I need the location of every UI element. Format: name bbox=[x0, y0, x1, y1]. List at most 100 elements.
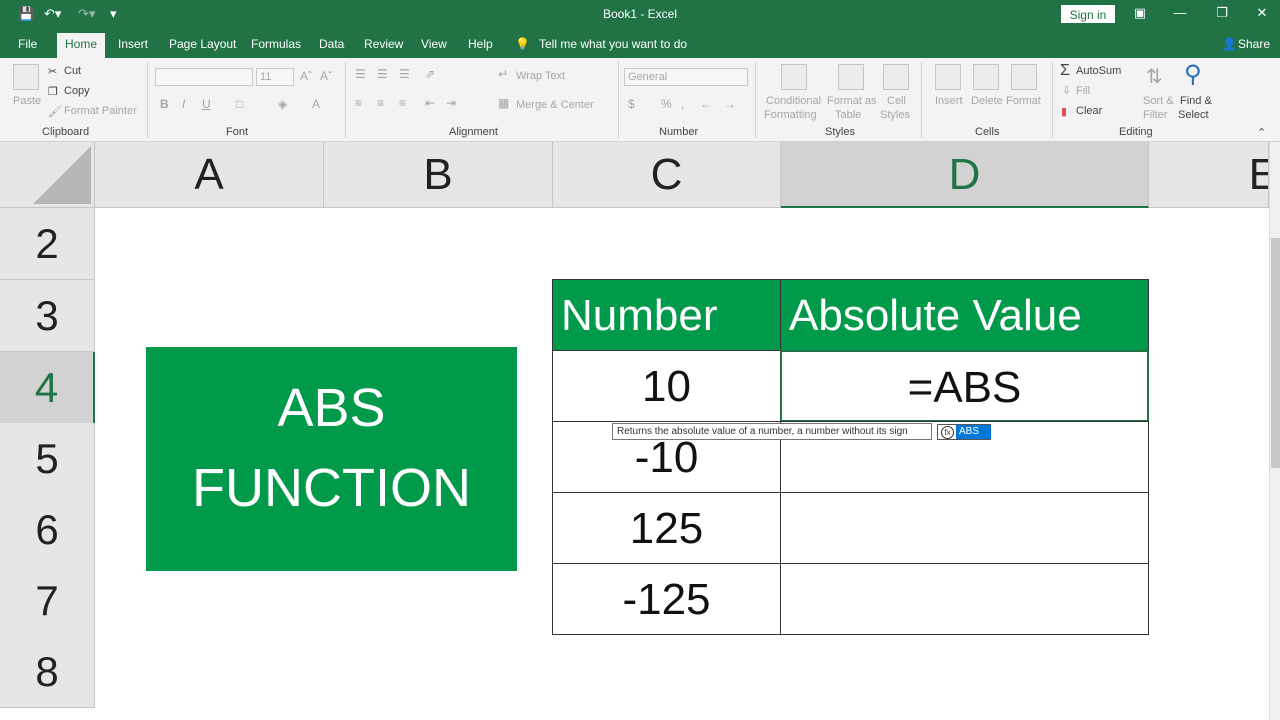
decrease-indent-icon[interactable]: ⇤ bbox=[425, 96, 435, 110]
row-header-7[interactable]: 7 bbox=[0, 565, 95, 637]
row-header-8[interactable]: 8 bbox=[0, 636, 95, 708]
number-group-label: Number bbox=[659, 126, 699, 138]
conditional-formatting-label-2[interactable]: Formatting bbox=[764, 109, 817, 121]
fill-button[interactable]: Fill bbox=[1076, 85, 1090, 97]
format-painter-button[interactable]: Format Painter bbox=[64, 105, 137, 117]
comma-icon[interactable]: , bbox=[681, 97, 684, 111]
tab-formulas[interactable]: Formulas bbox=[251, 37, 301, 51]
font-size-box[interactable]: 11 bbox=[256, 68, 294, 86]
fill-color-icon[interactable]: ◈ bbox=[278, 97, 287, 111]
column-header-b[interactable]: B bbox=[324, 142, 553, 208]
wrap-text-icon[interactable]: ↵ bbox=[498, 67, 508, 81]
tab-file[interactable]: File bbox=[18, 37, 37, 51]
grow-font-icon[interactable]: Aˆ bbox=[300, 69, 312, 83]
tab-insert[interactable]: Insert bbox=[118, 37, 148, 51]
number-cell-c4[interactable]: 10 bbox=[552, 350, 781, 422]
align-middle-icon[interactable]: ☰ bbox=[377, 67, 388, 81]
restore-button[interactable]: ❐ bbox=[1212, 5, 1232, 21]
align-top-icon[interactable]: ☰ bbox=[355, 67, 366, 81]
tell-me-input[interactable]: Tell me what you want to do bbox=[539, 37, 687, 51]
active-cell-d4[interactable]: =ABS bbox=[780, 350, 1149, 422]
row-header-6[interactable]: 6 bbox=[0, 494, 95, 566]
scrollbar-thumb[interactable] bbox=[1271, 238, 1280, 468]
row-header-3[interactable]: 3 bbox=[0, 280, 95, 352]
currency-icon[interactable]: $ bbox=[628, 97, 635, 111]
column-header-c[interactable]: C bbox=[553, 142, 781, 208]
number-cell-c6[interactable]: 125 bbox=[552, 492, 781, 564]
align-right-icon[interactable]: ≡ bbox=[399, 96, 406, 110]
clear-button[interactable]: Clear bbox=[1076, 105, 1102, 117]
align-center-icon[interactable]: ≡ bbox=[377, 96, 384, 110]
format-as-table-label-2[interactable]: Table bbox=[835, 109, 861, 121]
borders-icon[interactable]: □ bbox=[236, 97, 243, 111]
cells-group-label: Cells bbox=[975, 126, 1000, 138]
result-cell-d6[interactable] bbox=[780, 492, 1149, 564]
worksheet-grid[interactable]: A B C D E 2 3 4 5 6 7 8 ABS FUNCTION Num… bbox=[0, 142, 1280, 720]
ribbon-separator bbox=[147, 62, 148, 138]
select-all-button[interactable] bbox=[0, 142, 95, 208]
copy-icon: ❐ bbox=[48, 86, 58, 98]
insert-cells-button[interactable]: Insert bbox=[935, 95, 963, 107]
column-header-a[interactable]: A bbox=[95, 142, 324, 208]
share-button[interactable]: Share bbox=[1238, 37, 1270, 51]
result-cell-d7[interactable] bbox=[780, 563, 1149, 635]
copy-button[interactable]: Copy bbox=[64, 85, 90, 97]
sort-filter-label-2[interactable]: Filter bbox=[1143, 109, 1167, 121]
row-header-2[interactable]: 2 bbox=[0, 208, 95, 280]
tab-home[interactable]: Home bbox=[57, 33, 106, 58]
collapse-ribbon-icon[interactable]: ⌃ bbox=[1257, 126, 1266, 139]
header-absolute-value[interactable]: Absolute Value bbox=[780, 279, 1149, 351]
number-format-box[interactable]: General bbox=[624, 68, 748, 86]
number-cell-c7[interactable]: -125 bbox=[552, 563, 781, 635]
cell-styles-label[interactable]: Cell bbox=[887, 95, 906, 107]
delete-cells-button[interactable]: Delete bbox=[971, 95, 1003, 107]
header-number[interactable]: Number bbox=[552, 279, 781, 351]
tab-review[interactable]: Review bbox=[364, 37, 403, 51]
increase-indent-icon[interactable]: ⇥ bbox=[446, 96, 456, 110]
column-header-d[interactable]: D bbox=[781, 142, 1149, 208]
merge-icon[interactable]: ▦ bbox=[498, 96, 509, 110]
vertical-scrollbar[interactable] bbox=[1269, 142, 1280, 720]
align-left-icon[interactable]: ≡ bbox=[355, 96, 362, 110]
find-select-label[interactable]: Find & bbox=[1180, 95, 1212, 107]
tab-data[interactable]: Data bbox=[319, 37, 344, 51]
orientation-icon[interactable]: ⇗ bbox=[425, 67, 435, 81]
row-header-4[interactable]: 4 bbox=[0, 352, 95, 424]
tab-view[interactable]: View bbox=[421, 37, 447, 51]
find-select-label-2[interactable]: Select bbox=[1178, 109, 1209, 121]
tab-help[interactable]: Help bbox=[468, 37, 493, 51]
merge-center-button[interactable]: Merge & Center bbox=[516, 99, 594, 111]
italic-icon[interactable]: I bbox=[182, 97, 185, 111]
row-header-5[interactable]: 5 bbox=[0, 423, 95, 495]
decrease-decimal-icon[interactable]: → bbox=[724, 97, 736, 111]
close-button[interactable]: ✕ bbox=[1252, 5, 1272, 21]
cut-button[interactable]: Cut bbox=[64, 65, 81, 77]
align-bottom-icon[interactable]: ☰ bbox=[399, 67, 410, 81]
increase-decimal-icon[interactable]: ← bbox=[700, 97, 712, 111]
bold-icon[interactable]: B bbox=[160, 97, 169, 111]
ribbon-display-icon[interactable]: ▣ bbox=[1130, 5, 1150, 21]
title-bar: 💾 ↶▾ ↷▾ ▾ Book1 - Excel Sign in ▣ — ❐ ✕ bbox=[0, 0, 1280, 30]
format-cells-icon bbox=[1011, 64, 1037, 90]
column-header-e[interactable]: E bbox=[1149, 142, 1269, 208]
format-as-table-label[interactable]: Format as bbox=[827, 95, 877, 107]
underline-icon[interactable]: U bbox=[202, 97, 211, 111]
autocomplete-item-abs[interactable]: ABS bbox=[956, 425, 991, 439]
conditional-formatting-label[interactable]: Conditional bbox=[766, 95, 821, 107]
font-color-icon[interactable]: A bbox=[312, 97, 320, 111]
format-cells-button[interactable]: Format bbox=[1006, 95, 1041, 107]
font-name-box[interactable] bbox=[155, 68, 253, 86]
ribbon: Paste ✂ Cut ❐ Copy 🖌 Format Painter Clip… bbox=[0, 58, 1280, 142]
sort-filter-label[interactable]: Sort & bbox=[1143, 95, 1174, 107]
autosum-button[interactable]: AutoSum bbox=[1076, 65, 1121, 77]
minimize-button[interactable]: — bbox=[1170, 5, 1190, 20]
styles-group-label: Styles bbox=[825, 126, 855, 138]
cell-styles-label-2[interactable]: Styles bbox=[880, 109, 910, 121]
wrap-text-button[interactable]: Wrap Text bbox=[516, 70, 565, 82]
shrink-font-icon[interactable]: Aˇ bbox=[320, 69, 332, 83]
sign-in-button[interactable]: Sign in bbox=[1061, 5, 1115, 23]
paste-button[interactable]: Paste bbox=[13, 95, 41, 107]
percent-icon[interactable]: % bbox=[661, 97, 672, 111]
function-autocomplete[interactable]: fx ABS bbox=[937, 424, 991, 440]
tab-page-layout[interactable]: Page Layout bbox=[169, 37, 236, 51]
